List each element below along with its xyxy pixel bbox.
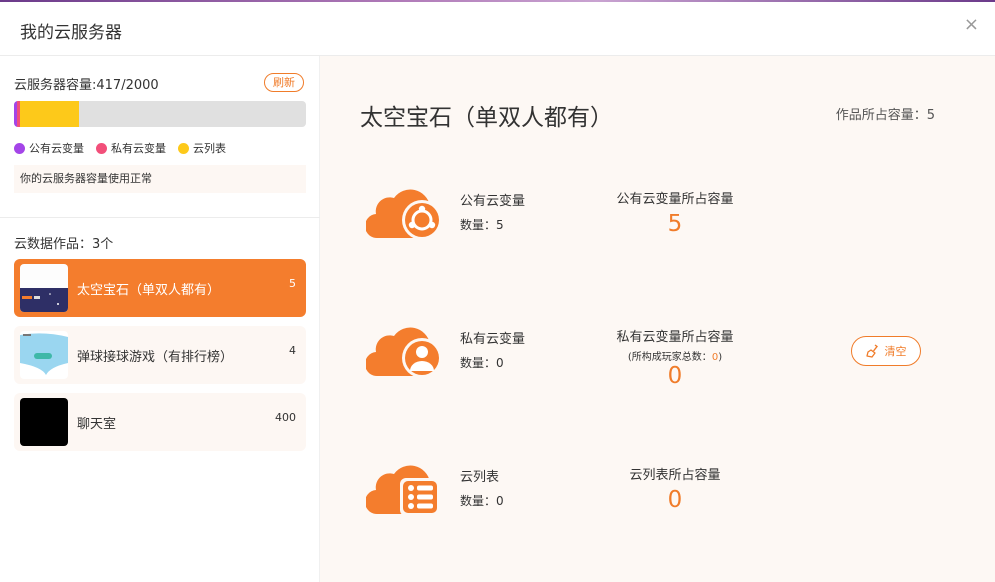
work-thumbnail <box>20 331 68 379</box>
capacity-value: 0 <box>667 487 683 513</box>
section-label: 私有云变量 <box>460 332 526 347</box>
work-capacity: 5 <box>289 277 296 290</box>
work-item-chatroom[interactable]: 聊天室 400 <box>14 393 306 451</box>
legend-dot-icon <box>14 142 25 154</box>
works-count-label: 云数据作品：3个 <box>14 237 114 252</box>
divider <box>0 217 320 218</box>
section-capacity: 私有云变量所占容量 (所构成玩家总数：0) 0 <box>590 326 760 389</box>
cloud-list-icon <box>364 454 440 516</box>
section-capacity: 公有云变量所占容量 5 <box>590 188 760 237</box>
legend-label: 公有云变量 <box>29 142 84 155</box>
project-capacity: 作品所占容量：5 <box>835 108 935 123</box>
legend-item-public: 公有云变量 <box>14 140 84 156</box>
section-cloud-list: 云列表 数量：0 云列表所占容量 0 <box>320 454 995 544</box>
work-name: 聊天室 <box>77 417 117 432</box>
work-thumbnail <box>20 398 68 446</box>
section-public-variable: 公有云变量 数量：5 公有云变量所占容量 5 <box>320 178 995 268</box>
section-label: 公有云变量 <box>460 194 526 209</box>
section-private-variable: 私有云变量 数量：0 私有云变量所占容量 (所构成玩家总数：0) 0 清空 <box>320 316 995 406</box>
main-panel: 太空宝石（单双人都有） 作品所占容量：5 公有云变量 数量：5 公有云变量所占容… <box>320 56 995 582</box>
capacity-bar <box>14 101 306 127</box>
cloud-public-variable-icon <box>364 178 442 240</box>
capacity-label: 云列表所占容量 <box>629 468 721 483</box>
section-capacity: 云列表所占容量 0 <box>590 464 760 513</box>
work-item-ball-catch[interactable]: 弹球接球游戏（有排行榜） 4 <box>14 326 306 384</box>
legend-dot-icon <box>178 142 189 154</box>
capacity-label: 公有云变量所占容量 <box>616 192 734 207</box>
work-name: 弹球接球游戏（有排行榜） <box>77 350 234 365</box>
cloud-private-variable-icon <box>364 316 442 378</box>
player-total-prefix: (所构成玩家总数： <box>627 352 712 363</box>
player-total-note: (所构成玩家总数：0) <box>590 348 760 363</box>
section-count: 数量：0 <box>460 356 504 370</box>
close-icon[interactable]: × <box>964 14 979 35</box>
capacity-label: 云服务器容量:417/2000 <box>14 78 159 93</box>
work-capacity: 4 <box>289 344 296 357</box>
work-capacity: 400 <box>275 411 296 424</box>
section-count: 数量：5 <box>460 218 504 232</box>
dialog-title: 我的云服务器 <box>20 23 122 43</box>
section-label: 云列表 <box>460 470 500 485</box>
legend-label: 私有云变量 <box>111 142 166 155</box>
capacity-label: 私有云变量所占容量 <box>616 330 734 345</box>
player-total-suffix: ) <box>718 352 723 363</box>
capacity-legend: 公有云变量 私有云变量 云列表 <box>14 140 226 156</box>
capacity-value: 5 <box>667 211 683 237</box>
sidebar: 云服务器容量:417/2000 刷新 公有云变量 私有云变量 云列表 你的云服务… <box>0 56 320 582</box>
broom-icon <box>865 344 878 358</box>
refresh-button[interactable]: 刷新 <box>264 73 304 92</box>
legend-label: 云列表 <box>193 142 226 155</box>
legend-item-list: 云列表 <box>178 140 226 156</box>
work-name: 太空宝石（单双人都有） <box>77 283 221 298</box>
capacity-status-notice: 你的云服务器容量使用正常 <box>14 165 306 193</box>
clear-button[interactable]: 清空 <box>851 336 921 366</box>
legend-dot-icon <box>96 142 107 154</box>
legend-item-private: 私有云变量 <box>96 140 166 156</box>
section-count: 数量：0 <box>460 494 504 508</box>
project-title: 太空宝石（单双人都有） <box>360 105 613 131</box>
work-thumbnail <box>20 264 68 312</box>
capacity-segment-list <box>20 101 79 127</box>
dialog-header: 我的云服务器 × <box>0 2 995 56</box>
clear-button-label: 清空 <box>884 345 907 358</box>
capacity-value: 0 <box>667 363 683 389</box>
work-item-space-gem[interactable]: 太空宝石（单双人都有） 5 <box>14 259 306 317</box>
